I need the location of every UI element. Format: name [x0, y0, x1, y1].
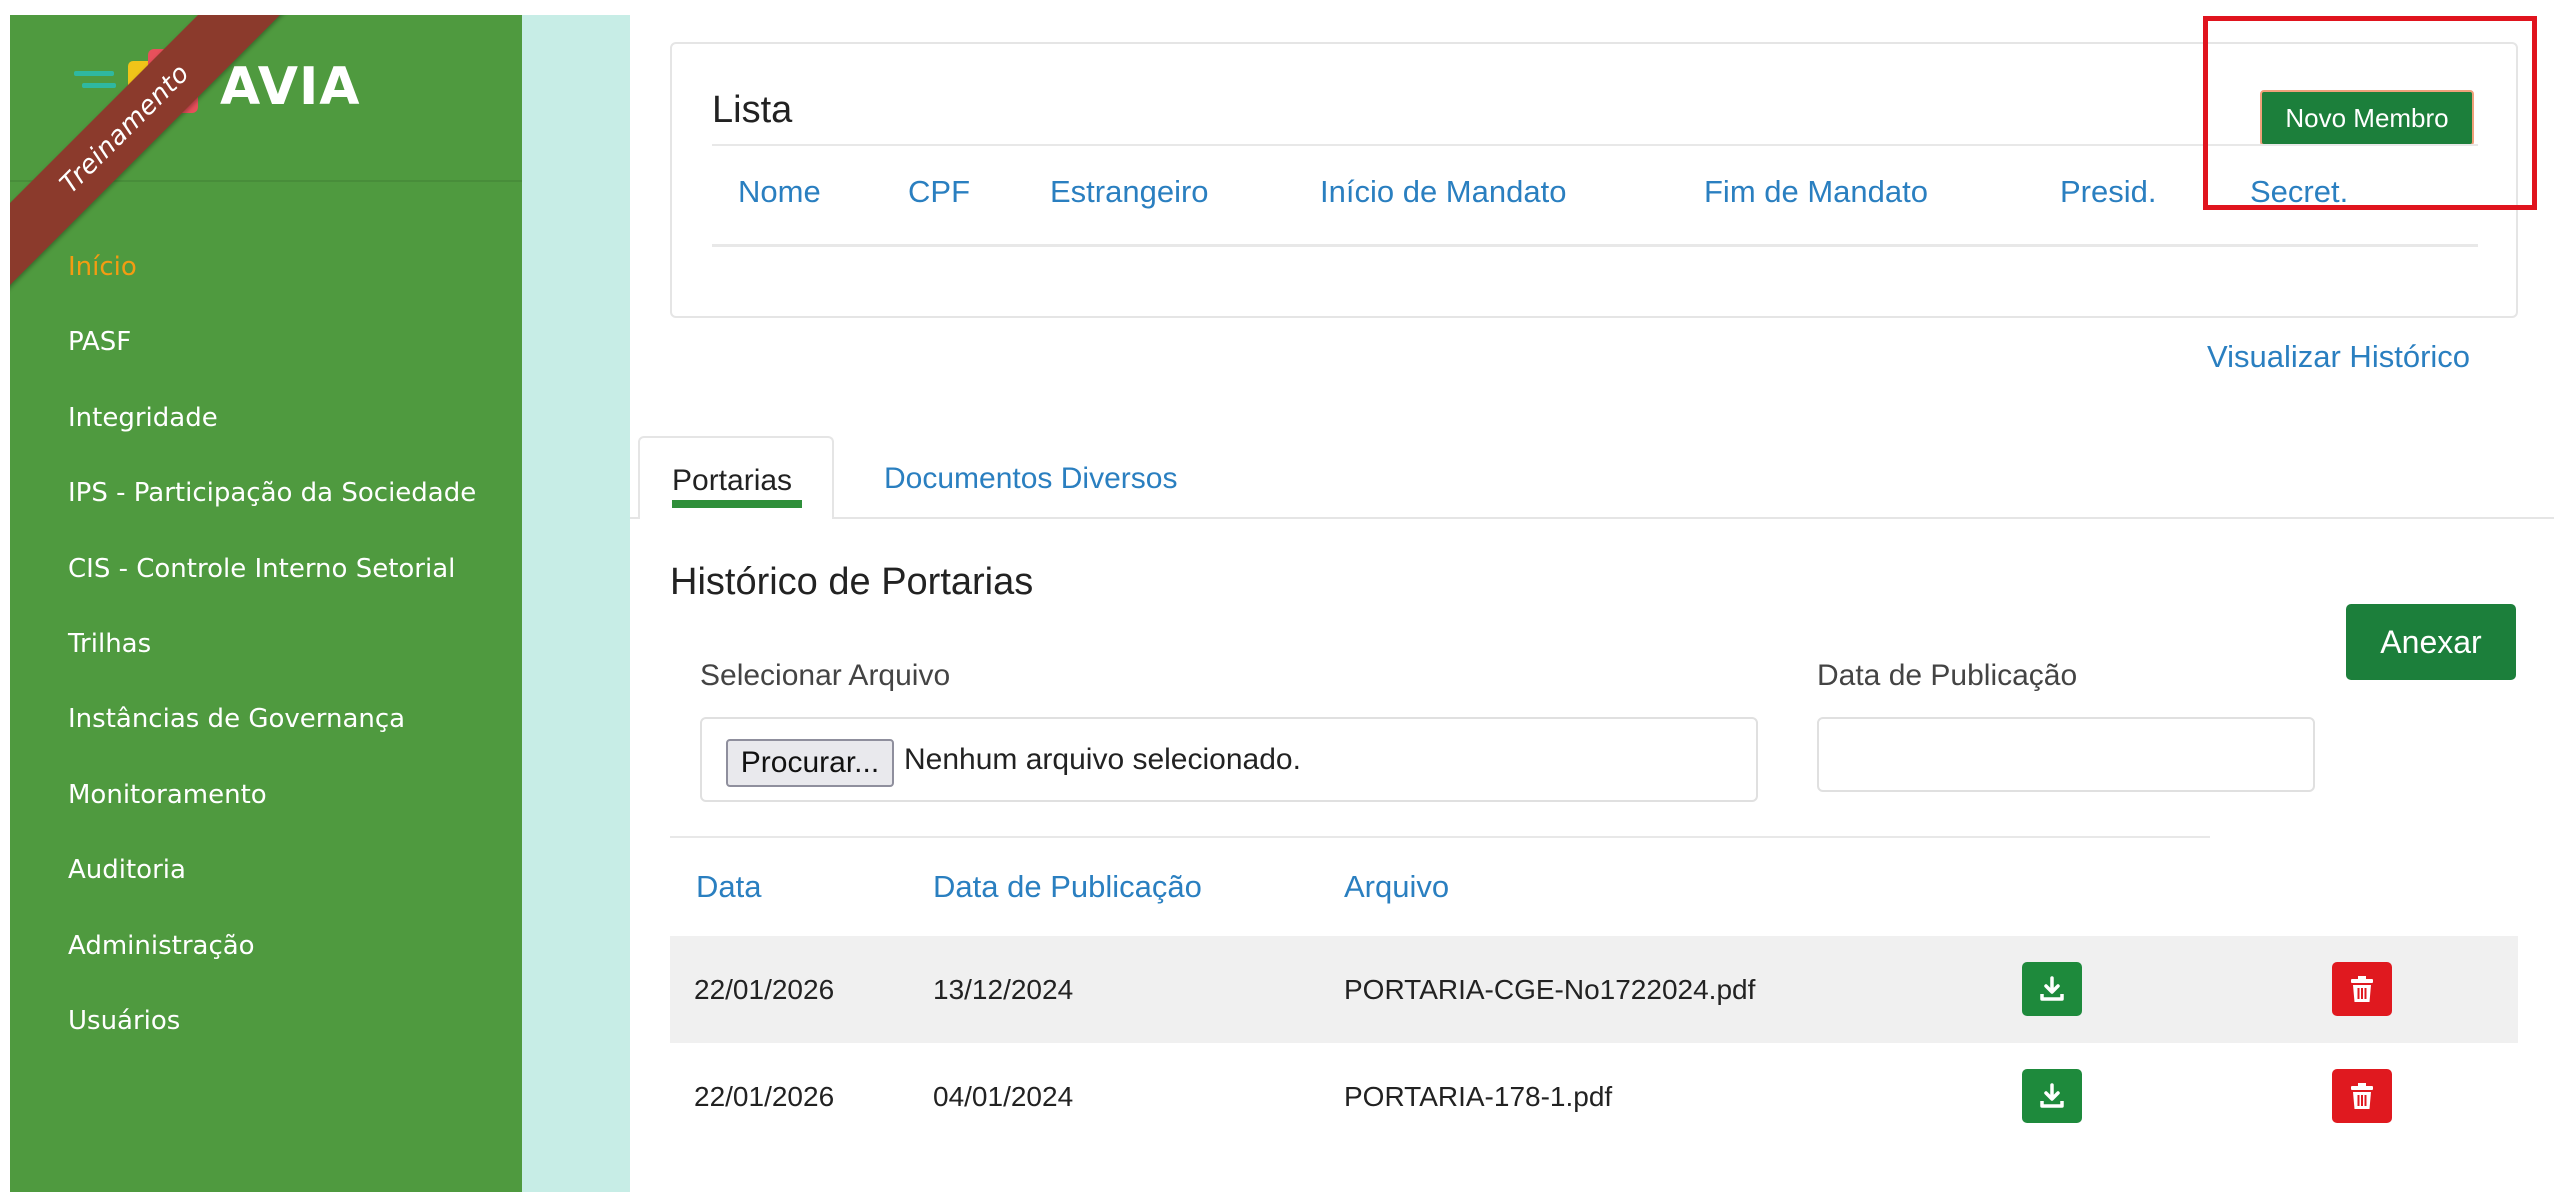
trash-icon — [2351, 976, 2373, 1002]
column-header-data[interactable]: Data — [696, 869, 761, 905]
download-icon — [2040, 976, 2064, 1001]
publication-date-input[interactable] — [1817, 717, 2315, 792]
sidebar-item-integridade[interactable]: Integridade — [68, 398, 476, 473]
sidebar-item-auditoria[interactable]: Auditoria — [68, 850, 476, 925]
file-status: Nenhum arquivo selecionado. — [904, 743, 1301, 776]
column-header-data-publicacao[interactable]: Data de Publicação — [933, 869, 1202, 905]
table-row: 22/01/2026 04/01/2024 PORTARIA-178-1.pdf — [670, 1043, 2518, 1150]
training-ribbon: Treinamento — [10, 15, 310, 315]
sidebar-item-monitoramento[interactable]: Monitoramento — [68, 775, 476, 850]
cell-date: 22/01/2026 — [694, 1081, 835, 1112]
column-header-cpf[interactable]: CPF — [908, 174, 970, 210]
sidebar: AVIA Início PASF Integridade IPS - Parti… — [10, 15, 522, 1192]
column-header-estrangeiro[interactable]: Estrangeiro — [1050, 174, 1209, 210]
content-gutter — [522, 15, 630, 1192]
cell-file: PORTARIA-178-1.pdf — [1344, 1081, 1613, 1112]
trash-icon — [2351, 1083, 2373, 1109]
cell-publication-date: 13/12/2024 — [933, 974, 1074, 1005]
sidebar-nav: Início PASF Integridade IPS - Participaç… — [68, 247, 476, 1076]
top-strip — [0, 0, 2554, 15]
table-top-border — [670, 836, 2210, 838]
view-history-link[interactable]: Visualizar Histórico — [2207, 339, 2470, 375]
highlight-annotation — [2203, 16, 2537, 210]
cell-file: PORTARIA-CGE-No1722024.pdf — [1344, 974, 1756, 1005]
sidebar-item-pasf[interactable]: PASF — [68, 322, 476, 397]
tab-portarias[interactable]: Portarias — [638, 436, 834, 519]
attach-button[interactable]: Anexar — [2346, 604, 2516, 680]
delete-button[interactable] — [2332, 1069, 2392, 1123]
cell-publication-date: 04/01/2024 — [933, 1081, 1074, 1112]
tabs-baseline — [630, 517, 2554, 519]
table-row: 22/01/2026 13/12/2024 PORTARIA-CGE-No172… — [670, 936, 2518, 1043]
file-input[interactable]: Procurar... Nenhum arquivo selecionado. — [700, 717, 1758, 802]
left-strip — [0, 0, 10, 1192]
sidebar-item-instancias[interactable]: Instâncias de Governança — [68, 699, 476, 774]
sidebar-item-usuarios[interactable]: Usuários — [68, 1001, 476, 1076]
tab-portarias-label: Portarias — [672, 464, 793, 497]
sidebar-item-trilhas[interactable]: Trilhas — [68, 624, 476, 699]
divider — [712, 244, 2478, 247]
column-header-fim-mandato[interactable]: Fim de Mandato — [1704, 174, 1928, 210]
training-ribbon-label: Treinamento — [54, 58, 196, 200]
delete-button[interactable] — [2332, 962, 2392, 1016]
download-button[interactable] — [2022, 1069, 2082, 1123]
column-header-nome[interactable]: Nome — [738, 174, 821, 210]
section-title: Histórico de Portarias — [670, 561, 1034, 603]
training-ribbon-band: Treinamento — [10, 15, 294, 298]
download-button[interactable] — [2022, 962, 2082, 1016]
column-header-inicio-mandato[interactable]: Início de Mandato — [1320, 174, 1566, 210]
sidebar-item-administracao[interactable]: Administração — [68, 926, 476, 1001]
members-card-title: Lista — [712, 89, 793, 131]
tab-active-indicator — [672, 500, 802, 508]
browse-button[interactable]: Procurar... — [726, 739, 894, 787]
download-icon — [2040, 1083, 2064, 1108]
publication-date-label: Data de Publicação — [1817, 659, 2078, 692]
column-header-arquivo[interactable]: Arquivo — [1344, 869, 1449, 905]
tab-documentos-diversos[interactable]: Documentos Diversos — [884, 462, 1177, 496]
sidebar-item-cis[interactable]: CIS - Controle Interno Setorial — [68, 549, 476, 624]
file-field-label: Selecionar Arquivo — [700, 659, 951, 692]
sidebar-item-ips[interactable]: IPS - Participação da Sociedade — [68, 473, 476, 548]
column-header-presid[interactable]: Presid. — [2060, 174, 2156, 210]
cell-date: 22/01/2026 — [694, 974, 835, 1005]
